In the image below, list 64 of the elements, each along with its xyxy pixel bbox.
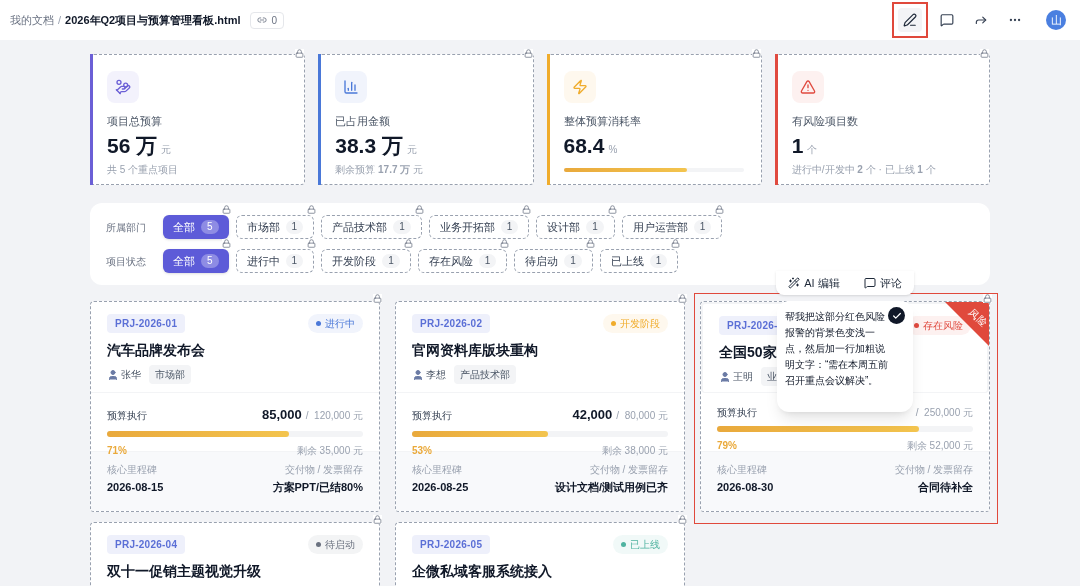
deliverable-label: 交付物 / 发票留存 bbox=[894, 463, 973, 477]
project-title: 双十一促销主题视觉升级 bbox=[107, 562, 261, 580]
stat-unit: 元 bbox=[406, 142, 417, 157]
stat-value: 38.3 万 bbox=[335, 132, 403, 159]
project-title: 企微私域客服系统接入 bbox=[412, 562, 552, 580]
deliverable-value: 设计文档/测试用例已齐 bbox=[554, 480, 668, 495]
remaining-text: 剩余 35,000 元 bbox=[296, 443, 363, 458]
status-badge: 待启动 bbox=[308, 535, 363, 554]
percent-text: 79% bbox=[717, 439, 737, 453]
total-amount: / 120,000 元 bbox=[305, 409, 363, 423]
stat-label: 有风险项目数 bbox=[791, 114, 859, 129]
status-badge: 已上线 bbox=[613, 535, 668, 554]
milestone-label: 核心里程碑 bbox=[107, 463, 158, 477]
status-badge: 进行中 bbox=[308, 314, 363, 333]
filter-label: 项目状态 bbox=[106, 254, 147, 269]
milestone-label: 核心里程碑 bbox=[717, 463, 768, 477]
stat-value: 56 万 bbox=[107, 132, 158, 159]
deliverable-value: 方案PPT/已结80% bbox=[272, 480, 363, 495]
deliverable-value: 合同待补全 bbox=[918, 480, 973, 495]
status-badge: 开发阶段 bbox=[603, 314, 668, 333]
stat-unit: % bbox=[608, 142, 618, 157]
stat-note: 剩余预算 17.7 万 元 bbox=[335, 162, 425, 177]
comment-text: 帮我把这部分红色风险报警的背景色变浅一点，然后加一行加粗说明文字：“需在本周五前召开重点会议解决”。 bbox=[785, 310, 889, 388]
project-title: 全国50家 bbox=[719, 343, 777, 361]
spent-amount: 85,000 bbox=[261, 406, 302, 424]
budget-label: 预算执行 bbox=[107, 409, 147, 423]
stat-label: 整体预算消耗率 bbox=[563, 114, 642, 129]
stat-value: 68.4 bbox=[563, 132, 605, 159]
total-amount: / 250,000 元 bbox=[915, 406, 973, 420]
milestone-date: 2026-08-25 bbox=[412, 480, 469, 495]
budget-label: 预算执行 bbox=[717, 406, 757, 420]
department-tag: 产品技术部 bbox=[454, 365, 516, 384]
project-code: PRJ-2026-04 bbox=[107, 535, 186, 554]
project-code: PRJ-2026-05 bbox=[412, 535, 491, 554]
remaining-text: 剩余 52,000 元 bbox=[906, 439, 973, 453]
milestone-date: 2026-08-15 bbox=[107, 480, 164, 495]
breadcrumb-separator: / bbox=[58, 12, 62, 28]
project-code: PRJ-2026-01 bbox=[107, 314, 186, 333]
budget-label: 预算执行 bbox=[412, 409, 452, 423]
milestone-label: 核心里程碑 bbox=[412, 463, 463, 477]
owner-name: 李想 bbox=[426, 368, 446, 382]
project-title: 汽车品牌发布会 bbox=[107, 341, 205, 359]
document-title: 2026年Q2项目与预算管理看板.html bbox=[65, 12, 241, 28]
project-code: PRJ-2026-02 bbox=[412, 314, 491, 333]
project-title: 官网资料库版块重构 bbox=[412, 341, 538, 359]
filter-label: 所属部门 bbox=[106, 220, 147, 235]
stat-unit: 元 bbox=[161, 142, 172, 157]
total-amount: / 80,000 元 bbox=[616, 409, 668, 423]
stat-label: 项目总预算 bbox=[107, 114, 163, 129]
department-tag: 市场部 bbox=[149, 365, 191, 384]
stat-note: 共 5 个重点项目 bbox=[107, 162, 180, 177]
percent-text: 53% bbox=[412, 443, 432, 458]
milestone-date: 2026-08-30 bbox=[717, 480, 774, 495]
owner-name: 王明 bbox=[733, 370, 753, 384]
deliverable-label: 交付物 / 发票留存 bbox=[284, 463, 363, 477]
owner-name: 张华 bbox=[121, 368, 141, 382]
stat-label: 已占用金额 bbox=[335, 114, 392, 129]
spent-amount: 42,000 bbox=[572, 406, 613, 424]
stat-unit: 个 bbox=[807, 142, 818, 157]
stat-value: 1 bbox=[791, 132, 804, 159]
percent-text: 71% bbox=[107, 443, 127, 458]
remaining-text: 剩余 38,000 元 bbox=[601, 443, 668, 458]
stat-note: 进行中/开发中 2 个 · 已上线 1 个 bbox=[791, 162, 937, 177]
deliverable-label: 交付物 / 发票留存 bbox=[589, 463, 668, 477]
